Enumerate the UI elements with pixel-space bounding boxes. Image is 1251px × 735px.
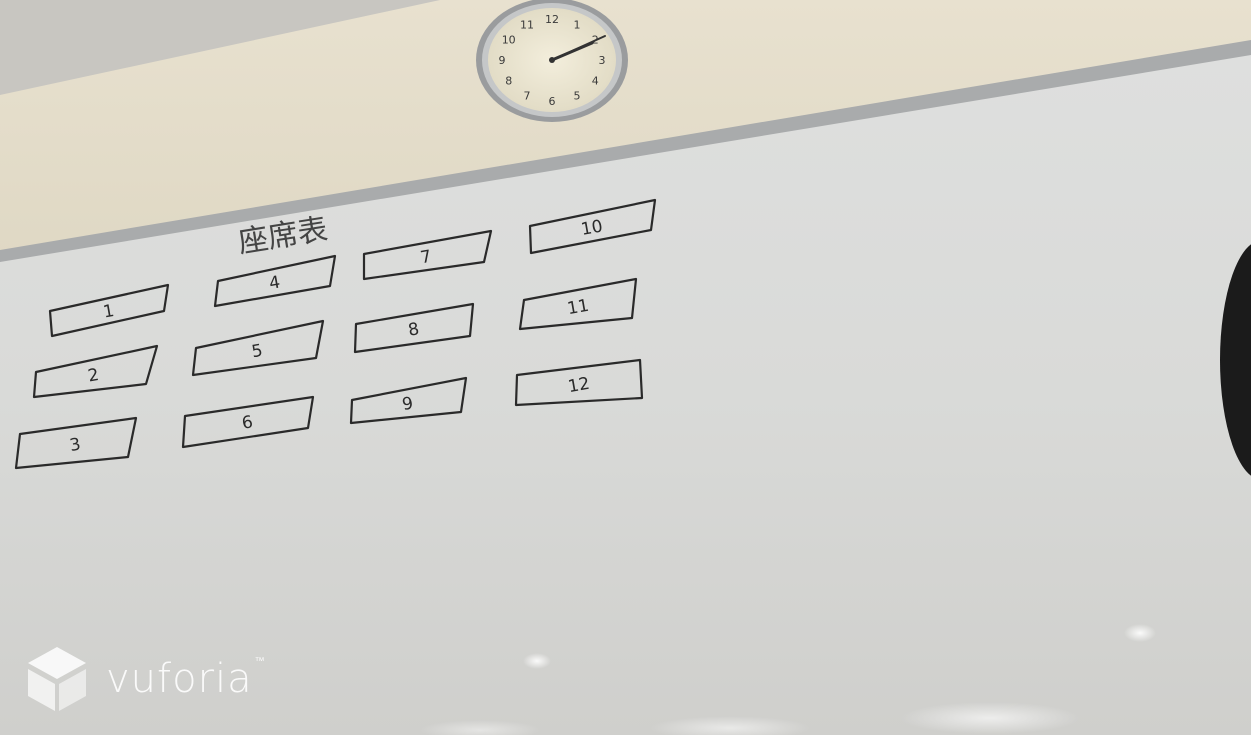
reflection [1124, 624, 1156, 642]
trademark-mark: ™ [254, 656, 266, 667]
clock-numeral: 11 [520, 19, 534, 32]
clock-numeral: 9 [499, 54, 506, 67]
wall-clock: 121234567891011 [476, 0, 628, 122]
seat-number: 12 [567, 374, 592, 397]
reflection [523, 653, 551, 669]
clock-numeral: 6 [549, 95, 556, 108]
clock-numeral: 4 [592, 75, 599, 88]
clock-numeral: 8 [505, 75, 512, 88]
seat-number: 10 [580, 217, 605, 240]
clock-numeral: 1 [574, 19, 581, 32]
photo-scene: 121234567891011 座席表 123456789101112 [0, 0, 1251, 735]
clock-numeral: 7 [524, 90, 531, 103]
brand-wordmark: vuforia ™ [106, 656, 266, 702]
vuforia-cube-icon [28, 647, 86, 711]
clock-numeral: 5 [574, 90, 581, 103]
clock-numeral: 12 [545, 13, 559, 26]
seat-number: 11 [566, 296, 591, 319]
vuforia-logo: vuforia ™ [26, 645, 266, 713]
clock-numeral: 10 [502, 34, 516, 47]
reflection [900, 702, 1080, 734]
clock-numeral: 3 [599, 54, 606, 67]
brand-name: vuforia [106, 656, 253, 702]
